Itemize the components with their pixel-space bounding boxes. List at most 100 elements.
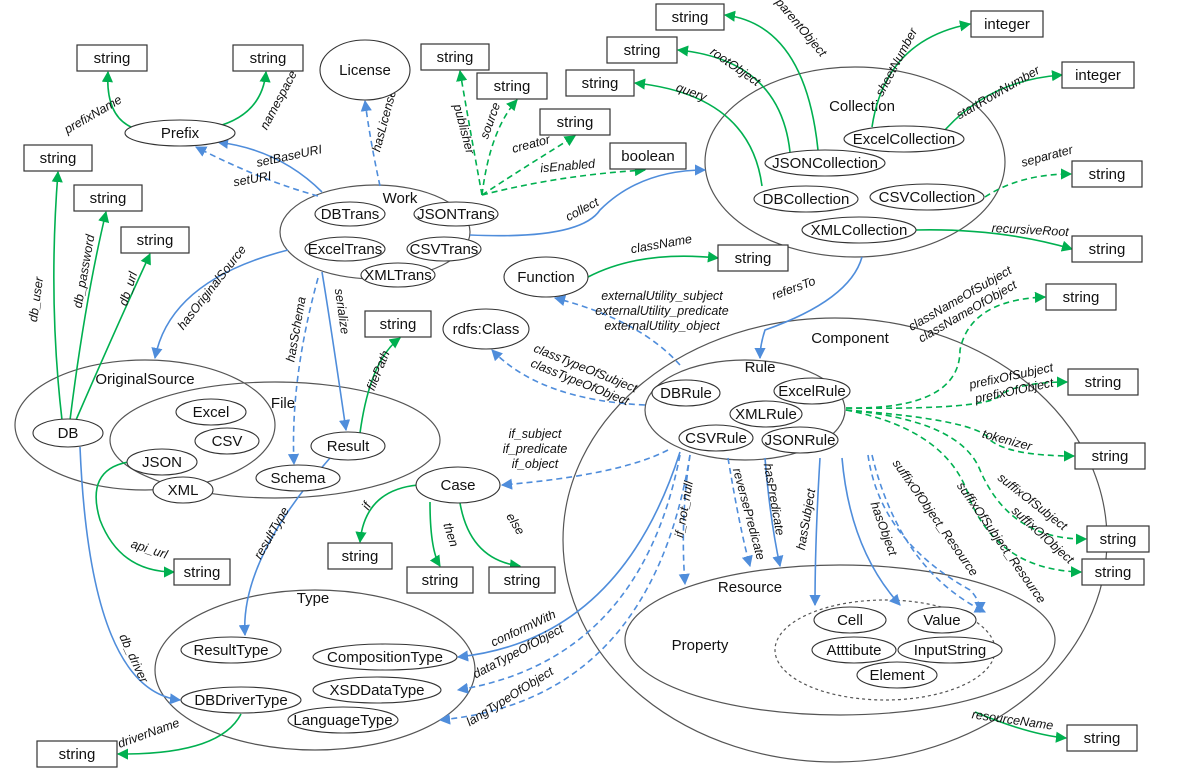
edge-line (429, 501, 441, 567)
edge-label-line: if_object (512, 457, 559, 471)
edge-label: setURI (232, 169, 273, 190)
edge-className: className (587, 232, 720, 278)
node-label: Property (672, 637, 729, 654)
class-node-jsoncollection: JSONCollection (764, 149, 886, 177)
edge-label-line: rootObject (708, 44, 764, 89)
edge-label: className (630, 232, 693, 257)
class-node-cell: Cell (813, 606, 887, 634)
edge-hasObject: hasObject (841, 457, 901, 606)
edge-label-line: then (440, 521, 461, 549)
node-label: Prefix (161, 125, 200, 142)
class-node-result: Result (310, 431, 386, 461)
edge-label: db_driver (116, 632, 151, 686)
class-node-xmlcollection: XMLCollection (801, 216, 917, 244)
datatype-box-s_else: string (488, 566, 556, 594)
edge-label: classNameOfSubjectclassNameOfObject (906, 263, 1022, 347)
edge-hasSchema: hasSchema (283, 277, 319, 466)
datatype-box-int_startrow: integer (1061, 61, 1135, 89)
edge-label-line: query (674, 80, 709, 104)
class-node-exceltrans: ExcelTrans (304, 236, 386, 262)
edge-label-line: sheetNumber (873, 25, 921, 99)
edge-label: hasPredicate (761, 462, 787, 536)
node-label: DB (58, 425, 79, 442)
datatype-box-s_separater: string (1071, 160, 1143, 188)
node-label: string (1089, 241, 1126, 258)
datatype-box-s_recursive: string (1071, 235, 1143, 263)
node-label: string (342, 548, 379, 565)
datatype-box-s_classname: string (717, 244, 789, 272)
edge-db_password: db_password (69, 210, 110, 421)
edge-label: parentObject (772, 0, 830, 60)
node-label: DBTrans (321, 206, 380, 223)
container-label: Collection (829, 98, 895, 115)
class-node-value: Value (907, 606, 977, 634)
edge-separater: separater (984, 142, 1075, 198)
container-label: OriginalSource (95, 371, 194, 388)
class-node-schema: Schema (255, 464, 341, 492)
datatype-box-s_resourcename: string (1066, 724, 1138, 752)
edge-reversePredicate: reversePredicate (727, 457, 768, 568)
edge-label: startRowNumber (954, 63, 1043, 122)
datatype-box-s_if: string (327, 542, 393, 570)
edge-line (845, 409, 1076, 462)
edge-ifCase: if_subject if_predicate if_object (500, 427, 669, 490)
edge-label: filePath (364, 349, 393, 393)
edge-label: reversePredicate (730, 467, 768, 562)
class-node-excelrule: ExcelRule (773, 377, 851, 405)
edge-line (587, 251, 720, 278)
edge-label: hasSubject (794, 487, 819, 551)
node-label: string (1092, 448, 1129, 465)
edge-label-line: source (477, 101, 503, 141)
datatype-box-s_dburl: string (120, 226, 190, 254)
edge-collect: collect (469, 164, 707, 237)
edge-label: externalUtility_subject externalUtility_p… (595, 289, 728, 333)
datatype-box-boolean: boolean (609, 142, 687, 170)
class-node-dbcollection: DBCollection (753, 185, 859, 213)
node-label: JSONCollection (772, 155, 878, 172)
node-label: string (1089, 166, 1126, 183)
edge-hasLicense: hasLicense (360, 89, 399, 187)
datatype-box-s_tokenizer: string (1074, 442, 1146, 470)
edge-line (481, 165, 647, 196)
edge-line (214, 70, 271, 128)
class-node-dbtrans: DBTrans (314, 201, 386, 227)
edge-label-line: if (359, 498, 375, 512)
node-label: XMLCollection (811, 222, 908, 239)
edge-label: resourceName (971, 707, 1054, 732)
edge-label-line: startRowNumber (954, 63, 1043, 122)
class-node-function: Function (503, 256, 589, 298)
class-node-atttibute: Atttibute (811, 636, 897, 664)
datatype-box-s_dbuser: string (23, 144, 93, 172)
node-label: JSONTrans (417, 206, 495, 223)
edge-label-line: serialize (332, 288, 352, 335)
edge-prefixName: prefixName (61, 70, 141, 137)
edge-label: tokenizer (981, 427, 1034, 454)
datatype-box-s_classnamesubj: string (1045, 283, 1117, 311)
class-node-jsonrule: JSONRule (761, 426, 839, 454)
node-label: CSVCollection (879, 189, 976, 206)
diagram-canvas: Work Collection OriginalSource File Componen… (14, 0, 1150, 768)
edge-if: if (355, 484, 419, 544)
container-label: Rule (745, 359, 776, 376)
edge-label: classTypeOfSubjectclassTypeOfObject (526, 341, 640, 409)
edge-label: rootObject (708, 44, 764, 89)
edge-label-line: creator (510, 132, 552, 156)
edge-line (51, 170, 63, 421)
edge-then: then (429, 501, 461, 567)
class-node-dbrule: DBRule (651, 379, 721, 407)
node-label: string (437, 49, 474, 66)
node-label: string (422, 572, 459, 589)
edge-label: hasObject (868, 500, 901, 558)
node-label: integer (1075, 67, 1121, 84)
node-label: Atttibute (826, 642, 881, 659)
datatype-box-s_drivername: string (36, 740, 118, 768)
edge-label: isEnabled (540, 157, 597, 176)
edge-label: if (359, 498, 375, 512)
node-label: CSVRule (685, 430, 747, 447)
class-node-xml: XML (152, 476, 214, 504)
class-node-work: Work (279, 184, 471, 280)
class-node-case: Case (415, 466, 501, 504)
edge-label: api_url (129, 537, 170, 562)
node-label: Function (517, 269, 575, 286)
edge-label-line: db_url (116, 269, 140, 308)
